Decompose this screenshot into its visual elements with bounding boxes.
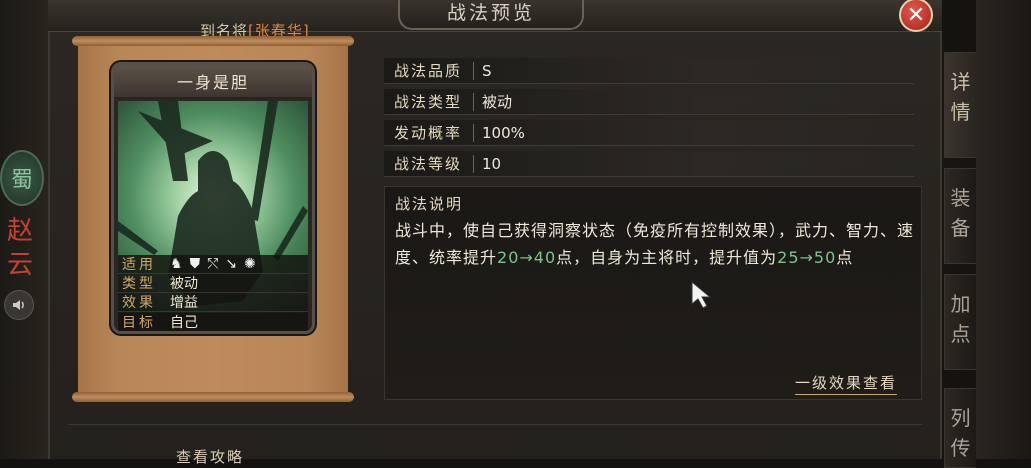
name-char: 赵 bbox=[6, 216, 33, 246]
cavalry-icon: ♞ bbox=[170, 256, 183, 272]
scroll-rod-bottom bbox=[72, 392, 354, 402]
tab-details[interactable]: 详情 bbox=[944, 52, 976, 158]
scroll-rod-top bbox=[72, 36, 354, 46]
description-range: 25→50 bbox=[777, 248, 837, 267]
spear-icon: ↘ bbox=[225, 256, 237, 272]
info-value: 100% bbox=[482, 123, 525, 142]
info-value: S bbox=[482, 61, 492, 80]
info-label: 发动概率 bbox=[384, 123, 474, 142]
card-row-label: 适用 bbox=[122, 257, 156, 273]
skill-card-title: 一身是胆 bbox=[114, 65, 312, 99]
divider bbox=[68, 424, 922, 425]
speaker-icon[interactable] bbox=[4, 290, 34, 320]
info-label: 战法品质 bbox=[384, 61, 474, 80]
skill-card: 一身是胆 适用 ♞ ⛊ ⤲ ↘ ✺ 类型 被动 效果 增益 目标 自己 bbox=[111, 62, 315, 334]
card-row-label: 类型 bbox=[122, 276, 156, 292]
info-row-type: 战法类型 被动 bbox=[384, 89, 914, 115]
description-title: 战法说明 bbox=[395, 195, 464, 213]
card-row-label: 目标 bbox=[122, 314, 156, 331]
info-row-quality: 战法品质 S bbox=[384, 58, 914, 84]
skill-card-stats: 适用 ♞ ⛊ ⤲ ↘ ✺ 类型 被动 效果 增益 目标 自己 bbox=[118, 255, 308, 331]
card-row-value: 增益 bbox=[170, 295, 198, 311]
level-one-effect-link[interactable]: 一级效果查看 bbox=[795, 372, 898, 395]
tab-label: 详情 bbox=[950, 70, 971, 124]
info-label: 战法类型 bbox=[384, 92, 474, 111]
faction-badge: 蜀 bbox=[0, 150, 44, 206]
description-text: 战斗中，使自己获得洞察状态（免疫所有控制效果），武力、智力、速度、统率提升20→… bbox=[395, 217, 915, 271]
skill-description-box: 战法说明 战斗中，使自己获得洞察状态（免疫所有控制效果），武力、智力、速度、统率… bbox=[384, 186, 922, 400]
card-row-target: 目标 自己 bbox=[118, 312, 308, 331]
card-row-effect: 效果 增益 bbox=[118, 293, 308, 312]
right-sidebar bbox=[976, 0, 1031, 459]
description-range: 20→40 bbox=[497, 248, 557, 267]
card-row-type: 类型 被动 bbox=[118, 274, 308, 293]
mouse-cursor-icon bbox=[690, 280, 720, 314]
info-row-probability: 发动概率 100% bbox=[384, 120, 914, 146]
dialog-title: 战法预览 bbox=[398, 0, 584, 30]
wheel-icon: ✺ bbox=[244, 256, 256, 272]
info-label: 战法等级 bbox=[384, 154, 474, 173]
card-row-value: 自己 bbox=[170, 314, 198, 331]
tab-label: 列传 bbox=[950, 406, 971, 460]
tab-label: 装备 bbox=[950, 186, 971, 240]
view-strategy-link[interactable]: 查看攻略 bbox=[176, 446, 244, 467]
bow-icon: ⤲ bbox=[207, 256, 219, 272]
description-part: 点 bbox=[836, 248, 854, 267]
tab-label: 加点 bbox=[950, 292, 971, 346]
card-row-label: 效果 bbox=[122, 295, 156, 311]
tab-equipment[interactable]: 装备 bbox=[944, 168, 976, 264]
tab-biography[interactable]: 列传 bbox=[944, 388, 976, 468]
name-char: 云 bbox=[6, 250, 33, 280]
info-row-level: 战法等级 10 bbox=[384, 151, 914, 177]
info-value: 被动 bbox=[482, 93, 513, 111]
description-part: 点，自身为主将时，提升值为 bbox=[556, 248, 778, 267]
info-value: 10 bbox=[482, 154, 502, 173]
card-row-value: 被动 bbox=[170, 276, 198, 292]
general-name-vertical: 赵 云 bbox=[2, 214, 38, 282]
close-icon: ✕ bbox=[906, 2, 926, 28]
shield-icon: ⛊ bbox=[189, 256, 201, 272]
tab-points[interactable]: 加点 bbox=[944, 274, 976, 370]
unit-type-icons: ♞ ⛊ ⤲ ↘ ✺ bbox=[162, 256, 256, 272]
card-row-applicable: 适用 ♞ ⛊ ⤲ ↘ ✺ bbox=[118, 255, 308, 274]
